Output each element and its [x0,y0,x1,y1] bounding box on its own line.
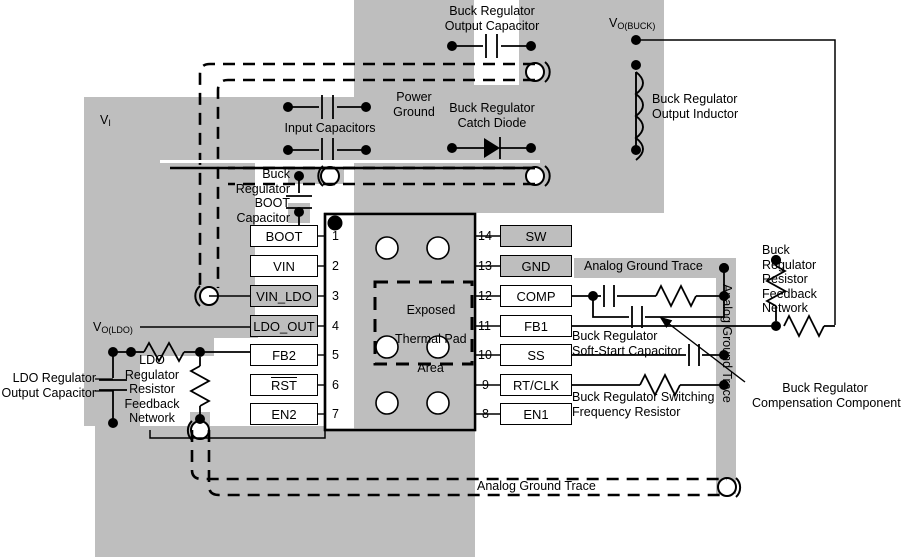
pin-number-9: 9 [482,378,489,392]
label-vi-sub: I [108,118,111,128]
thermal-pad-line3: Area [417,360,444,375]
pin-label-gnd: GND [521,258,551,274]
label-buck-boot-capacitor: Buck Regulator BOOT Capacitor [235,167,290,225]
pin-label-comp: COMP [516,288,556,304]
pin-label-boot: BOOT [265,228,303,244]
pin-label-rtclk: RT/CLK [513,377,559,393]
pin-box-vin-ldo[interactable]: VIN_LDO [250,285,318,307]
label-buck-catch-diode: Buck Regulator Catch Diode [449,101,535,130]
label-analog-ground-trace-vertical: Analog Ground Trace [720,284,734,403]
thermal-pad-label: Exposed Thermal Pad Area [376,288,472,390]
label-vi: VI [100,113,111,128]
pin-number-2: 2 [332,259,339,273]
pin-number-14: 14 [478,229,492,243]
label-analog-ground-trace-top: Analog Ground Trace [584,259,703,273]
pin-number-6: 6 [332,378,339,392]
pin-box-fb1[interactable]: FB1 [500,315,572,337]
label-vo-ldo: VO(LDO) [93,320,133,335]
pin-label-rst: RST [271,377,297,393]
pin-label-fb1: FB1 [524,318,548,334]
pin-label-ldo-out: LDO_OUT [253,318,315,334]
pin-box-en1[interactable]: EN1 [500,403,572,425]
via-catch-diode [525,166,545,186]
label-ldo-output-capacitor: LDO Regulator Output Capacitor [1,371,97,400]
pin-number-10: 10 [478,348,492,362]
label-buck-compensation-components: Buck Regulator Compensation Components [752,381,901,410]
pin-number-3: 3 [332,289,339,303]
pin-number-13: 13 [478,259,492,273]
copper-pour-sw-node [354,163,664,213]
pin-number-5: 5 [332,348,339,362]
label-vo-ldo-sub: O(LDO) [101,325,133,335]
label-vo-buck: VO(BUCK) [609,16,656,31]
pin-box-vin[interactable]: VIN [250,255,318,277]
label-analog-ground-trace-bottom: Analog Ground Trace [477,479,596,493]
label-buck-resistor-feedback-network: Buck Regulator Resistor Feedback Network [762,243,817,315]
pin-number-12: 12 [478,289,492,303]
label-buck-soft-start-capacitor: Buck Regulator Soft-Start Capacitor [572,329,682,358]
label-buck-output-inductor: Buck Regulator Output Inductor [652,92,739,121]
pin-number-4: 4 [332,319,339,333]
label-buck-switching-frequency-resistor: Buck Regulator Switching Frequency Resis… [572,390,715,419]
label-input-capacitors: Input Capacitors [284,121,376,135]
pin-box-comp[interactable]: COMP [500,285,572,307]
thermal-pad-line1: Exposed [406,302,456,317]
label-vo-buck-sub: O(BUCK) [617,21,656,31]
pin-box-boot[interactable]: BOOT [250,225,318,247]
via-analog-gnd-bottom [717,477,737,497]
pcb-layout-diagram: BOOT VIN VIN_LDO LDO_OUT FB2 RST EN2 SW … [0,0,901,557]
pin-box-sw[interactable]: SW [500,225,572,247]
pin-box-rtclk[interactable]: RT/CLK [500,374,572,396]
pin-label-sw: SW [525,228,547,244]
via-boot-node [320,166,340,186]
label-buck-output-capacitor: Buck Regulator Output Capacitor [444,4,540,33]
pin-label-vin: VIN [273,258,295,274]
pin-box-en2[interactable]: EN2 [250,403,318,425]
pin-box-ldo-out[interactable]: LDO_OUT [250,315,318,337]
pin-box-fb2[interactable]: FB2 [250,344,318,366]
pin-box-rst[interactable]: RST [250,374,318,396]
pin-number-11: 11 [478,319,491,333]
copper-pour-bottom-left [95,426,475,557]
pin-box-gnd[interactable]: GND [500,255,572,277]
pin-label-fb2: FB2 [272,347,296,363]
pin-number-8: 8 [482,407,489,421]
pin-number-1: 1 [332,229,339,243]
label-ldo-resistor-feedback-network: LDO Regulator Resistor Feedback Network [124,353,180,425]
via-buck-out-cap [525,62,545,82]
pin-label-en1: EN1 [523,406,549,422]
pin-label-en2: EN2 [271,406,297,422]
pin-box-ss[interactable]: SS [500,344,572,366]
pin-label-vin-ldo: VIN_LDO [256,288,312,304]
thermal-pad-line2: Thermal Pad [395,331,467,346]
pin-number-7: 7 [332,407,339,421]
pin-label-ss: SS [527,347,545,363]
